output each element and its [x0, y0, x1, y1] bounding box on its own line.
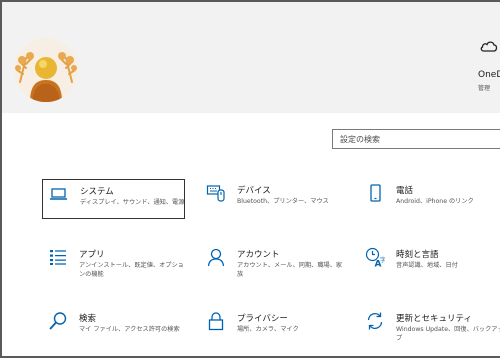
account-header: OneD 管理: [2, 2, 500, 113]
tile-title: システム: [80, 187, 114, 197]
tile-description: Bluetooth、プリンター、マウス: [237, 198, 329, 205]
tile-system[interactable]: システム ディスプレイ、サウンド、通知、電源: [42, 179, 185, 219]
lock-icon: [208, 312, 224, 331]
tile-accounts[interactable]: アカウント アカウント、メール、同期、職場、家族: [200, 243, 343, 283]
settings-window: OneD 管理 システム ディスプレイ、サウンド、通知、電源 デバイス Blue…: [0, 0, 500, 358]
tile-search[interactable]: 検索 マイ ファイル、アクセス許可の検索: [42, 307, 185, 347]
tile-title: デバイス: [237, 186, 271, 196]
tile-description: アンインストール、既定値、オプションの機能: [79, 262, 184, 278]
tile-devices[interactable]: デバイス Bluetooth、プリンター、マウス: [200, 179, 343, 219]
settings-search-box[interactable]: [332, 129, 500, 149]
onedrive-title: OneD: [478, 70, 500, 80]
tile-title: アプリ: [79, 250, 105, 260]
phone-icon: [370, 184, 381, 202]
tile-update-security[interactable]: 更新とセキュリティ Windows Update、回復、バックアップ: [359, 307, 500, 347]
tile-description: アカウント、メール、同期、職場、家族: [237, 262, 343, 278]
tile-title: 更新とセキュリティ: [396, 314, 472, 324]
svg-text:字: 字: [380, 256, 385, 264]
settings-search-input[interactable]: [333, 130, 500, 148]
tile-description: マイ ファイル、アクセス許可の検索: [79, 326, 180, 333]
tile-description: Android、iPhone のリンク: [396, 198, 474, 205]
update-sync-icon: [367, 312, 383, 330]
onedrive-subtitle[interactable]: 管理: [478, 83, 490, 92]
tile-description: 場所、カメラ、マイク: [237, 326, 299, 333]
tile-time-language[interactable]: A 字 時刻と言語 音声認識、地域、日付: [359, 243, 500, 283]
tile-title: 電話: [396, 186, 414, 196]
laptop-icon: [50, 188, 67, 200]
time-language-icon: A 字: [365, 247, 385, 267]
tile-title: 検索: [79, 314, 97, 324]
tile-title: アカウント: [237, 250, 280, 260]
tile-apps[interactable]: アプリ アンインストール、既定値、オプションの機能: [42, 243, 185, 283]
user-avatar[interactable]: [14, 38, 78, 102]
tile-description: Windows Update、回復、バックアップ: [396, 326, 500, 342]
tile-description: ディスプレイ、サウンド、通知、電源: [80, 199, 185, 206]
search-icon: [49, 312, 67, 330]
tile-description: 音声認識、地域、日付: [396, 262, 458, 269]
onedrive-cloud-icon: [480, 41, 498, 52]
apps-list-icon: [50, 250, 66, 265]
avatar-picture: [14, 38, 78, 102]
tile-privacy[interactable]: プライバシー 場所、カメラ、マイク: [200, 307, 343, 347]
tile-title: プライバシー: [237, 314, 288, 324]
tile-title: 時刻と言語: [396, 250, 439, 260]
person-icon: [207, 248, 225, 267]
keyboard-devices-icon: [206, 185, 225, 202]
tile-phone[interactable]: 電話 Android、iPhone のリンク: [359, 179, 500, 219]
